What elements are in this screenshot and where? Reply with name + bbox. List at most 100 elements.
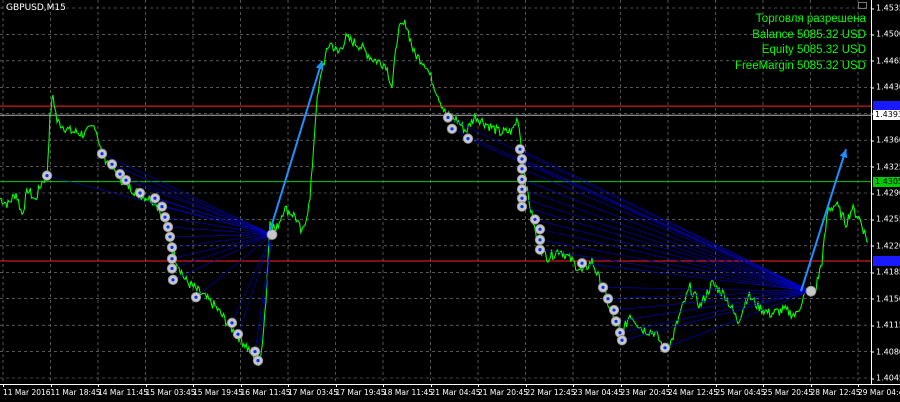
time-tick-label: 21 Mar 20:45 [478, 384, 529, 397]
price-tick-label: 1.4465 [871, 56, 900, 65]
signal-link-line [257, 234, 273, 361]
signal-marker-dot [520, 204, 524, 209]
signal-link-line [119, 173, 273, 235]
signal-marker-dot [446, 115, 450, 120]
signal-marker-dot [580, 261, 584, 265]
time-scale[interactable]: 11 Mar 2016 11 Mar 18:45 14 Mar 11:45 15 Ma… [0, 384, 900, 402]
trend-arrow-shaft [800, 148, 847, 292]
signal-marker-dot [520, 196, 524, 200]
signal-marker-dot [612, 308, 616, 312]
time-tick-label: 17 Mar 03:45 [288, 384, 339, 397]
signal-link-line [521, 188, 812, 292]
time-tick-label: 23 Mar 20:45 [620, 384, 671, 397]
signal-marker-dot [520, 157, 524, 161]
signal-marker-dot [118, 172, 122, 176]
signal-marker-dot [171, 278, 175, 282]
equity-text: Equity 5085.32 USD [761, 44, 866, 56]
signal-marker-dot [170, 266, 174, 271]
signal-link-line [172, 234, 273, 281]
signal-link-line [521, 158, 812, 292]
signal-marker-dot [236, 332, 240, 336]
signal-link-line [581, 262, 812, 292]
price-scale[interactable]: 1.45351.45001.44651.44301.43951.43601.43… [871, 0, 900, 384]
symbol-timeframe-label: GBPUSD,M15 [6, 3, 66, 13]
price-tick-label: 1.4255 [871, 215, 900, 224]
signal-marker-dot [601, 285, 605, 289]
signal-link-line [101, 153, 273, 235]
signal-marker-dot [124, 178, 128, 182]
signal-marker-dot [606, 297, 610, 301]
signal-marker-dot [618, 331, 622, 335]
price-tick-label: 1.4150 [871, 294, 900, 303]
signal-marker-dot [170, 257, 174, 261]
lower-red-line-price-tag [873, 255, 900, 266]
signal-marker-dot [253, 349, 257, 354]
signal-marker-dot [520, 177, 524, 182]
chart-window[interactable]: GBPUSD,M15 Торговля разрешена Balance 50… [0, 0, 900, 402]
green-line-price-tag: 1.4305 [873, 176, 900, 187]
signal-marker-dot [230, 321, 234, 325]
signal-marker-dot [100, 152, 104, 156]
time-tick-label: 25 Mar 04:45 [715, 384, 766, 397]
price-tick-label: 1.4325 [871, 162, 900, 171]
signal-hub-marker [805, 285, 817, 297]
signal-link-line [664, 290, 812, 349]
signal-marker-dot [168, 235, 172, 239]
signal-marker-dot [153, 196, 157, 200]
signal-marker-dot [614, 319, 618, 323]
price-tick-label: 1.4220 [871, 241, 900, 250]
time-tick-label: 11 Mar 2016 [3, 384, 51, 397]
price-tick-label: 1.4115 [871, 321, 900, 330]
signal-link-line [111, 164, 273, 235]
signal-marker-dot [163, 215, 167, 219]
signal-link-line [521, 168, 812, 292]
signal-marker-dot [538, 248, 542, 252]
signal-marker-dot [538, 238, 542, 242]
trend-arrow-head [839, 149, 848, 159]
price-tick-label: 1.4430 [871, 83, 900, 92]
signal-marker-dot [450, 127, 454, 131]
signal-marker-dot [256, 359, 260, 363]
time-tick-label: 14 Mar 11:45 [98, 384, 149, 397]
signal-marker-dot [170, 245, 174, 249]
signal-marker-dot [663, 346, 667, 350]
signal-marker-dot [110, 162, 114, 166]
time-tick-label: 25 Mar 20:45 [763, 384, 814, 397]
trading-status-text: Торговля разрешена [755, 13, 866, 25]
time-tick-label: 29 Mar 04:45 [858, 384, 900, 397]
one-click-trading-toggle[interactable] [858, 2, 867, 9]
signal-marker-dot [45, 174, 49, 178]
time-tick-label: 11 Mar 18:45 [50, 384, 101, 397]
time-tick-label: 21 Mar 04:45 [430, 384, 481, 397]
account-info-panel: Торговля разрешена Balance 5085.32 USD E… [735, 12, 866, 74]
time-tick-label: 16 Mar 11:45 [240, 384, 291, 397]
signal-marker-dot [520, 187, 524, 191]
price-tick-label: 1.4500 [871, 30, 900, 39]
signal-link-line [519, 148, 812, 292]
signal-hub-marker [266, 229, 278, 240]
signal-marker-dot [166, 225, 170, 229]
price-tick-label: 1.4080 [871, 347, 900, 356]
signal-link-line [125, 179, 273, 235]
price-tick-label: 1.4185 [871, 268, 900, 277]
time-tick-label: 23 Mar 04:45 [573, 384, 624, 397]
time-tick-label: 17 Mar 19:45 [335, 384, 386, 397]
signal-link-line [164, 216, 273, 235]
free-margin-text: FreeMargin 5085.32 USD [734, 59, 866, 72]
time-tick-label: 15 Mar 19:45 [193, 384, 244, 397]
price-tick-label: 1.4360 [871, 136, 900, 145]
signal-marker-dot [533, 217, 537, 222]
signal-link-line [615, 290, 812, 322]
price-tick-label: 1.4045 [871, 374, 900, 383]
time-tick-label: 24 Mar 12:45 [668, 384, 719, 397]
signal-marker-dot [538, 227, 542, 231]
price-tick-label: 1.4535 [871, 4, 900, 13]
signal-link-line [613, 290, 812, 311]
signal-marker-dot [620, 338, 624, 342]
time-tick-label: 28 Mar 12:45 [810, 384, 861, 397]
grey-line-price-tag: 1.4393 [873, 110, 900, 121]
signal-marker-dot [518, 147, 522, 151]
signal-marker-dot [520, 167, 524, 171]
signal-link-line [231, 234, 273, 324]
signal-link-line [447, 117, 812, 292]
